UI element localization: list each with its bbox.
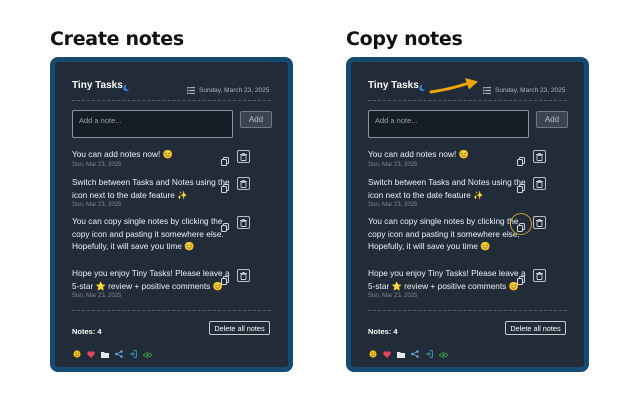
delete-note-button[interactable] <box>533 269 546 282</box>
folder-icon[interactable] <box>397 345 405 363</box>
heading-create-notes: Create notes <box>50 28 184 50</box>
delete-all-notes-button[interactable]: Delete all notes <box>209 321 270 335</box>
date-display: Sunday, March 23, 2025 <box>483 81 565 99</box>
trash-icon <box>240 175 247 193</box>
note-text: You can add notes now! 😊 <box>368 149 469 159</box>
app-title: Tiny Tasks <box>368 80 419 91</box>
sign-in-icon[interactable] <box>425 345 433 363</box>
note-text: Hope you enjoy Tiny Tasks! Please leave … <box>368 268 526 291</box>
eye-icon[interactable] <box>438 345 449 363</box>
moon-icon[interactable] <box>122 79 130 97</box>
delete-note-button[interactable] <box>533 150 546 163</box>
eye-icon[interactable] <box>142 345 153 363</box>
delete-note-button[interactable] <box>533 177 546 190</box>
note-text: Switch between Tasks and Notes using the… <box>72 177 230 200</box>
trash-icon <box>536 175 543 193</box>
copy-icon[interactable] <box>221 180 229 198</box>
copy-icon[interactable] <box>517 153 525 171</box>
note-input[interactable] <box>368 110 529 138</box>
add-button[interactable]: Add <box>536 111 568 128</box>
divider <box>72 100 271 101</box>
arrow-pointer-icon <box>429 78 478 94</box>
panel-create-notes: Tiny Tasks Sunday, March 23, 2025 Add Yo… <box>50 57 293 372</box>
note-text: You can copy single notes by clicking th… <box>72 216 224 251</box>
trash-icon <box>240 214 247 232</box>
trash-icon <box>536 148 543 166</box>
list-icon[interactable] <box>187 81 195 99</box>
share-icon[interactable] <box>115 345 123 363</box>
trash-icon <box>240 267 247 285</box>
trash-icon <box>240 148 247 166</box>
moon-icon[interactable] <box>418 79 426 97</box>
divider <box>72 310 271 311</box>
notes-count: Notes: 4 <box>72 327 102 336</box>
divider <box>368 100 567 101</box>
panel-copy-notes: Tiny Tasks Sunday, March 23, 2025 Add Yo… <box>346 57 589 372</box>
delete-note-button[interactable] <box>237 216 250 229</box>
delete-note-button[interactable] <box>237 150 250 163</box>
sign-in-icon[interactable] <box>129 345 137 363</box>
copy-icon[interactable] <box>221 272 229 290</box>
delete-note-button[interactable] <box>533 216 546 229</box>
note-date: Sun, Mar 23, 2025 <box>72 202 122 208</box>
date-display: Sunday, March 23, 2025 <box>187 81 269 99</box>
delete-note-button[interactable] <box>237 177 250 190</box>
heading-copy-notes: Copy notes <box>346 28 463 50</box>
heart-icon[interactable] <box>383 345 391 363</box>
trash-icon <box>536 214 543 232</box>
notes-count: Notes: 4 <box>368 327 398 336</box>
copy-icon[interactable] <box>517 272 525 290</box>
divider <box>368 310 567 311</box>
note-date: Sun, Mar 23, 2025 <box>368 202 418 208</box>
copy-icon[interactable] <box>221 219 229 237</box>
date-text: Sunday, March 23, 2025 <box>495 86 566 94</box>
smile-icon[interactable] <box>369 345 377 363</box>
footer-toolbar <box>369 345 449 363</box>
note-date: Sun, Mar 23, 2025 <box>72 293 122 299</box>
copy-icon[interactable] <box>517 180 525 198</box>
note-text: You can copy single notes by clicking th… <box>368 216 520 251</box>
smile-icon[interactable] <box>73 345 81 363</box>
delete-all-notes-button[interactable]: Delete all notes <box>505 321 566 335</box>
delete-note-button[interactable] <box>237 269 250 282</box>
note-input[interactable] <box>72 110 233 138</box>
note-text: Switch between Tasks and Notes using the… <box>368 177 526 200</box>
add-button[interactable]: Add <box>240 111 272 128</box>
share-icon[interactable] <box>411 345 419 363</box>
note-text: You can add notes now! 😊 <box>72 149 173 159</box>
copy-icon[interactable] <box>517 219 525 237</box>
copy-icon[interactable] <box>221 153 229 171</box>
heart-icon[interactable] <box>87 345 95 363</box>
note-date: Sun, Mar 23, 2025 <box>368 293 418 299</box>
date-text: Sunday, March 23, 2025 <box>199 86 270 94</box>
note-text: Hope you enjoy Tiny Tasks! Please leave … <box>72 268 230 291</box>
list-icon[interactable] <box>483 81 491 99</box>
trash-icon <box>536 267 543 285</box>
folder-icon[interactable] <box>101 345 109 363</box>
app-title: Tiny Tasks <box>72 80 123 91</box>
footer-toolbar <box>73 345 153 363</box>
